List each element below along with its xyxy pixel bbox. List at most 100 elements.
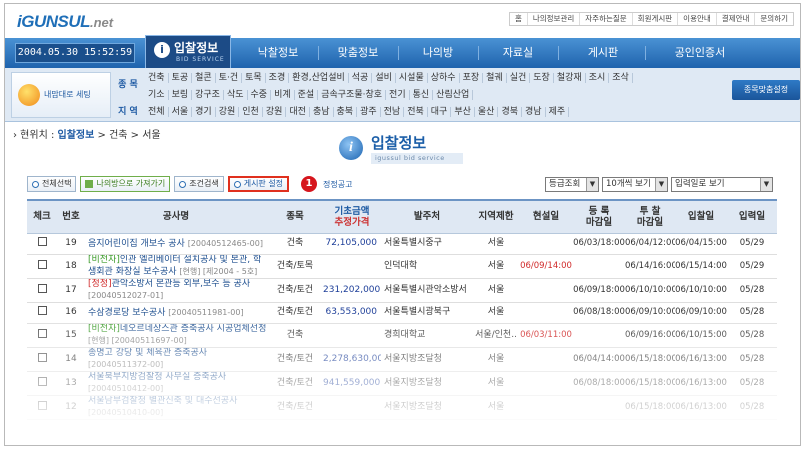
category-item[interactable]: 통신 [410, 90, 434, 100]
region-item[interactable]: 강원 [216, 107, 240, 117]
row-code: [20040510410-00] [88, 407, 164, 417]
top-link-myinfo[interactable]: 나의정보관리 [526, 13, 579, 25]
category-item[interactable]: 금속구조물·창호 [318, 90, 387, 100]
region-item[interactable]: 경기 [192, 107, 216, 117]
nav-tab-cert[interactable]: 공인인증서 [660, 38, 740, 68]
category-item[interactable]: 환경,산업설비 [289, 73, 349, 83]
category-item[interactable]: 철궤 [483, 73, 507, 83]
to-myroom-button[interactable]: 나의방으로 가져가기 [80, 176, 171, 192]
region-item[interactable]: 경북 [498, 107, 522, 117]
category-item[interactable]: 철콘 [192, 73, 216, 83]
custom-category-button[interactable]: 종목맞춤설정 [732, 80, 800, 100]
top-link-board[interactable]: 회원게시판 [631, 13, 678, 25]
category-item[interactable]: 비계 [271, 90, 295, 100]
breadcrumb-current[interactable]: 입찰정보 [58, 130, 95, 141]
region-item[interactable]: 전남 [381, 107, 405, 117]
region-item[interactable]: 충남 [310, 107, 334, 117]
row-title-link[interactable]: 네오르네상스관 증축공사 시공업체선정 [120, 324, 266, 334]
row-title-link[interactable]: 서울남부검찰청 별관신축 및 대수선공사 [88, 396, 237, 406]
grade-select[interactable]: 등급조회 ▼ [545, 177, 599, 192]
table-row[interactable]: 16 수삼경로당 보수공사 [20040511981-00] 건축/토건 63,553… [27, 302, 777, 324]
category-item[interactable]: 산림산업 [433, 90, 474, 100]
condition-search-button[interactable]: 조건검색 [174, 176, 224, 192]
board-setting-button[interactable]: 게시판 설정 [227, 176, 290, 192]
region-item[interactable]: 인천 [239, 107, 263, 117]
row-price: 2,278,630,000 [323, 347, 381, 372]
table-row[interactable]: 12 서울남부검찰청 별관신축 및 대수선공사 [20040510410-00] 건… [27, 395, 777, 420]
category-item[interactable]: 실건 [507, 73, 531, 83]
category-item[interactable]: 삭도 [224, 90, 248, 100]
per-page-select[interactable]: 10개씩 보기 ▼ [602, 177, 668, 192]
row-title-link[interactable]: 관악소방서 본관등 외부,보수 등 공사 [112, 279, 251, 289]
table-row[interactable]: 17 [정정]관악소방서 본관등 외부,보수 등 공사 [20040512027-… [27, 278, 777, 303]
category-item[interactable]: 시설물 [396, 73, 428, 83]
region-item[interactable]: 대구 [428, 107, 452, 117]
category-item[interactable]: 토목 [242, 73, 266, 83]
nav-tab-bid-info[interactable]: i 입찰정보 BID SERVICE [145, 35, 231, 68]
row-title-link[interactable]: 종명고 강당 및 체육관 증축공사 [88, 348, 207, 358]
row-checkbox[interactable] [37, 376, 47, 386]
region-item[interactable]: 서울 [169, 107, 193, 117]
row-title-link[interactable]: 수삼경로당 보수공사 [88, 308, 165, 318]
table-row[interactable]: 13 서울북부지방검찰청 사무실 증축공사 [20040510412-00] 건축/… [27, 371, 777, 396]
category-item[interactable]: 철강재 [554, 73, 586, 83]
nav-tab-archive[interactable]: 자료실 [483, 38, 553, 68]
my-setting-button[interactable]: 내맘대로 세팅 [11, 72, 111, 118]
category-item[interactable]: 건축 [145, 73, 169, 83]
region-item[interactable]: 울산 [475, 107, 499, 117]
row-checkbox[interactable] [37, 259, 47, 269]
row-checkbox[interactable] [37, 352, 47, 362]
region-item[interactable]: 충북 [334, 107, 358, 117]
category-item[interactable]: 토·건 [216, 73, 243, 83]
category-item[interactable]: 강구조 [192, 90, 224, 100]
category-item[interactable]: 준설 [295, 90, 319, 100]
order-select[interactable]: 입력일로 보기 ▼ [671, 177, 773, 192]
row-checkbox[interactable] [37, 328, 47, 338]
category-item[interactable]: 기소 [145, 90, 169, 100]
category-item[interactable]: 도장 [530, 73, 554, 83]
table-row[interactable]: 14 종명고 강당 및 체육관 증축공사 [20040511372-00] 건축/토… [27, 347, 777, 372]
category-item[interactable]: 토공 [169, 73, 193, 83]
region-item[interactable]: 광주 [357, 107, 381, 117]
row-title-link[interactable]: 음지어린이집 개보수 공사 [88, 239, 185, 249]
category-item[interactable]: 보링 [169, 90, 193, 100]
top-link-contact[interactable]: 문의하기 [754, 13, 793, 25]
category-item[interactable]: 전기 [386, 90, 410, 100]
category-item[interactable]: 설비 [372, 73, 396, 83]
top-link-payment[interactable]: 결제안내 [715, 13, 755, 25]
table-row[interactable]: 19 음지어린이집 개보수 공사 [20040512465-00] 건축 72,105… [27, 233, 777, 255]
region-item[interactable]: 대전 [286, 107, 310, 117]
region-item[interactable]: 경남 [522, 107, 546, 117]
category-item[interactable]: 포장 [460, 73, 484, 83]
nav-tab-board[interactable]: 게시판 [568, 38, 638, 68]
row-input-date: 05/28 [727, 278, 777, 303]
region-item[interactable]: 제주 [546, 107, 570, 117]
region-item[interactable]: 전체 [145, 107, 169, 117]
top-link-faq[interactable]: 자주하는질문 [579, 13, 631, 25]
site-logo[interactable]: iGUNSUL .net [17, 10, 113, 34]
select-all-button[interactable]: 전체선택 [27, 176, 77, 192]
main-nav: 2004.05.30 15:52:59 i 입찰정보 BID SERVICE 낙… [5, 35, 800, 68]
region-item[interactable]: 전북 [404, 107, 428, 117]
category-item[interactable]: 석공 [349, 73, 373, 83]
regular-notice-button[interactable]: 정정공고 [323, 177, 352, 193]
category-item[interactable]: 수중 [248, 90, 272, 100]
nav-tab-award[interactable]: 낙찰정보 [243, 38, 313, 68]
row-checkbox[interactable] [37, 306, 47, 315]
row-checkbox[interactable] [37, 400, 47, 410]
nav-tab-custom[interactable]: 맞춤정보 [323, 38, 393, 68]
top-link-guide[interactable]: 이용안내 [677, 13, 716, 25]
category-item[interactable]: 조시 [586, 73, 610, 83]
region-item[interactable]: 강원 [263, 107, 287, 117]
region-item[interactable]: 부산 [451, 107, 475, 117]
top-link-home[interactable]: 홈 [510, 13, 527, 25]
table-row[interactable]: 18 [비전자]인관 엘리베이터 설치공사 및 본관, 학생회관 화장실 보수공사… [27, 254, 777, 279]
row-checkbox[interactable] [37, 283, 47, 293]
table-row[interactable]: 15 [비전자]네오르네상스관 증축공사 시공업체선정 [현행] [2004051… [27, 323, 777, 348]
category-item[interactable]: 조삭 [609, 73, 633, 83]
category-item[interactable]: 조경 [266, 73, 290, 83]
nav-tab-myroom[interactable]: 나의방 [403, 38, 473, 68]
row-checkbox[interactable] [37, 237, 47, 246]
row-title-link[interactable]: 서울북부지방검찰청 사무실 증축공사 [88, 372, 226, 382]
category-item[interactable]: 상하수 [428, 73, 460, 83]
